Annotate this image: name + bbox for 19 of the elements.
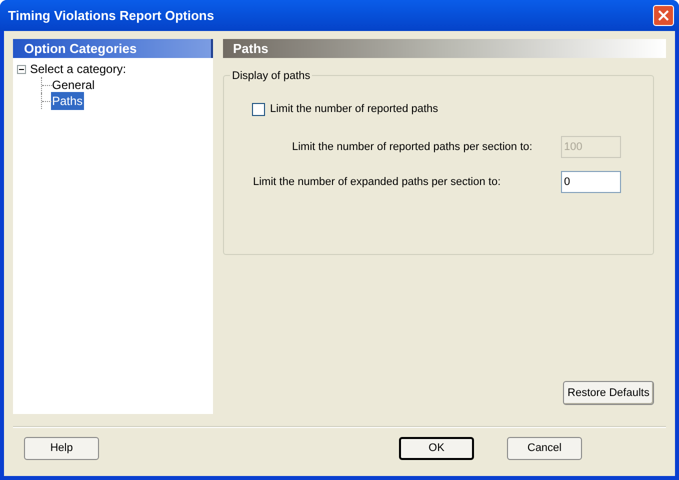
checkbox[interactable] [252, 102, 265, 116]
dialog-button[interactable]: Cancel [507, 437, 582, 460]
checkbox-label: Limit the number of reported paths [270, 102, 438, 117]
close-button[interactable] [653, 5, 674, 26]
tree-item[interactable]: General [51, 76, 96, 94]
dialog-button[interactable]: Help [24, 437, 99, 460]
window-title: Timing Violations Report Options [8, 6, 214, 25]
collapse-icon[interactable] [17, 64, 26, 74]
number-field[interactable]: 0 [561, 171, 621, 193]
field-label: Limit the number of reported paths per section to: [292, 140, 532, 155]
tree-item[interactable]: Select a category: [29, 60, 128, 78]
tree-item[interactable]: Paths [51, 92, 84, 110]
panel-header: Option Categories [13, 39, 213, 58]
restore-defaults-button[interactable]: Restore Defaults [563, 381, 654, 405]
field-label: Limit the number of expanded paths per section to: [253, 174, 501, 190]
page-header: Paths [223, 39, 666, 58]
dialog-button[interactable]: OK [399, 437, 474, 460]
group-title: Display of paths [230, 68, 312, 84]
close-icon [658, 10, 669, 21]
